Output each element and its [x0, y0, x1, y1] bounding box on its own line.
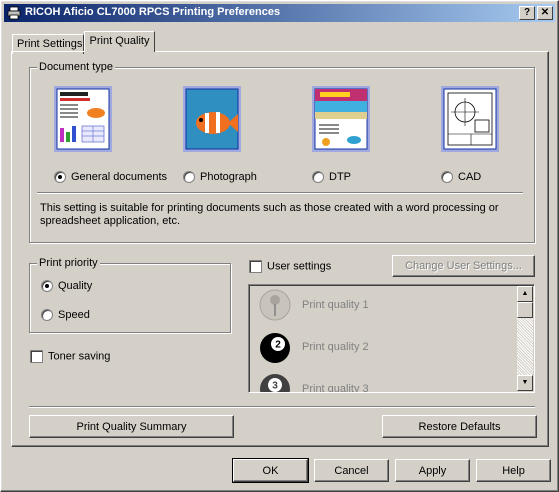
radio-label: DTP: [329, 171, 351, 183]
vertical-scrollbar[interactable]: ▲ ▼: [517, 286, 533, 391]
list-item-label: Print quality 2: [302, 341, 369, 353]
list-item-label: Print quality 1: [302, 299, 369, 311]
print-quality-summary-button[interactable]: Print Quality Summary: [29, 415, 234, 438]
tab-print-quality[interactable]: Print Quality: [84, 31, 155, 52]
radio-button[interactable]: [183, 171, 195, 184]
radio-button[interactable]: [54, 171, 66, 184]
printing-preferences-dialog: RICOH Aficio CL7000 RPCS Printing Prefer…: [0, 0, 559, 492]
cancel-button[interactable]: Cancel: [314, 459, 389, 482]
radio-button[interactable]: [41, 280, 53, 293]
user-settings-checkbox[interactable]: User settings: [249, 260, 331, 274]
apply-button[interactable]: Apply: [395, 459, 470, 482]
scroll-up-button[interactable]: ▲: [517, 286, 533, 302]
radio-label: Quality: [58, 280, 93, 292]
general-documents-icon[interactable]: [54, 86, 112, 152]
list-item-label: Print quality 3: [302, 383, 369, 393]
checkbox[interactable]: [30, 350, 43, 363]
radio-label: Photograph: [200, 171, 257, 183]
checkbox-label: User settings: [267, 260, 332, 273]
user-settings-list[interactable]: Print quality 1 2 Print quality 2 3 Prin…: [248, 284, 535, 393]
svg-text:3: 3: [272, 381, 278, 392]
separator: [29, 406, 535, 408]
radio-photograph[interactable]: Photograph: [183, 171, 257, 185]
document-type-description: This setting is suitable for printing do…: [40, 202, 499, 227]
photograph-icon[interactable]: [183, 86, 241, 152]
radio-label: Speed: [58, 309, 90, 321]
title-bar[interactable]: RICOH Aficio CL7000 RPCS Printing Prefer…: [4, 4, 555, 22]
svg-text:2: 2: [275, 340, 281, 351]
dtp-icon[interactable]: [312, 86, 370, 152]
checkbox[interactable]: [249, 260, 262, 273]
scroll-thumb[interactable]: [517, 302, 533, 318]
help-title-button[interactable]: ?: [519, 6, 535, 20]
change-user-settings-button[interactable]: Change User Settings...: [392, 255, 535, 277]
close-button[interactable]: ✕: [537, 6, 553, 20]
radio-button[interactable]: [312, 171, 324, 184]
radio-label: General documents: [71, 171, 167, 183]
cad-icon[interactable]: [441, 86, 499, 152]
restore-defaults-button[interactable]: Restore Defaults: [382, 415, 537, 438]
checkbox-label: Toner saving: [48, 350, 111, 363]
ok-button[interactable]: OK: [232, 458, 309, 483]
radio-speed[interactable]: Speed: [41, 309, 90, 323]
printer-icon: [7, 6, 21, 20]
radio-label: CAD: [458, 171, 482, 183]
radio-button[interactable]: [41, 309, 53, 322]
help-button[interactable]: Help: [476, 459, 551, 482]
radio-cad[interactable]: CAD: [441, 171, 481, 185]
number-2-ball-icon: 2: [260, 333, 290, 363]
window-title: RICOH Aficio CL7000 RPCS Printing Prefer…: [25, 6, 281, 18]
radio-quality[interactable]: Quality: [41, 280, 92, 294]
radio-button[interactable]: [441, 171, 453, 184]
list-item[interactable]: 2 Print quality 2: [249, 327, 517, 369]
toner-saving-checkbox[interactable]: Toner saving: [30, 350, 110, 364]
print-priority-legend: Print priority: [37, 257, 100, 269]
number-3-ball-icon: 3: [260, 374, 290, 392]
separator: [37, 192, 523, 194]
list-item[interactable]: Print quality 1: [249, 285, 517, 327]
tab-label: Print Quality: [89, 35, 150, 47]
tab-label: Print Settings: [17, 38, 83, 50]
radio-dtp[interactable]: DTP: [312, 171, 351, 185]
list-item[interactable]: 3 Print quality 3: [249, 369, 517, 393]
scroll-down-button[interactable]: ▼: [517, 375, 533, 391]
radio-general-documents[interactable]: General documents: [54, 171, 167, 185]
document-type-legend: Document type: [37, 61, 115, 73]
pushpin-icon: [259, 289, 291, 321]
